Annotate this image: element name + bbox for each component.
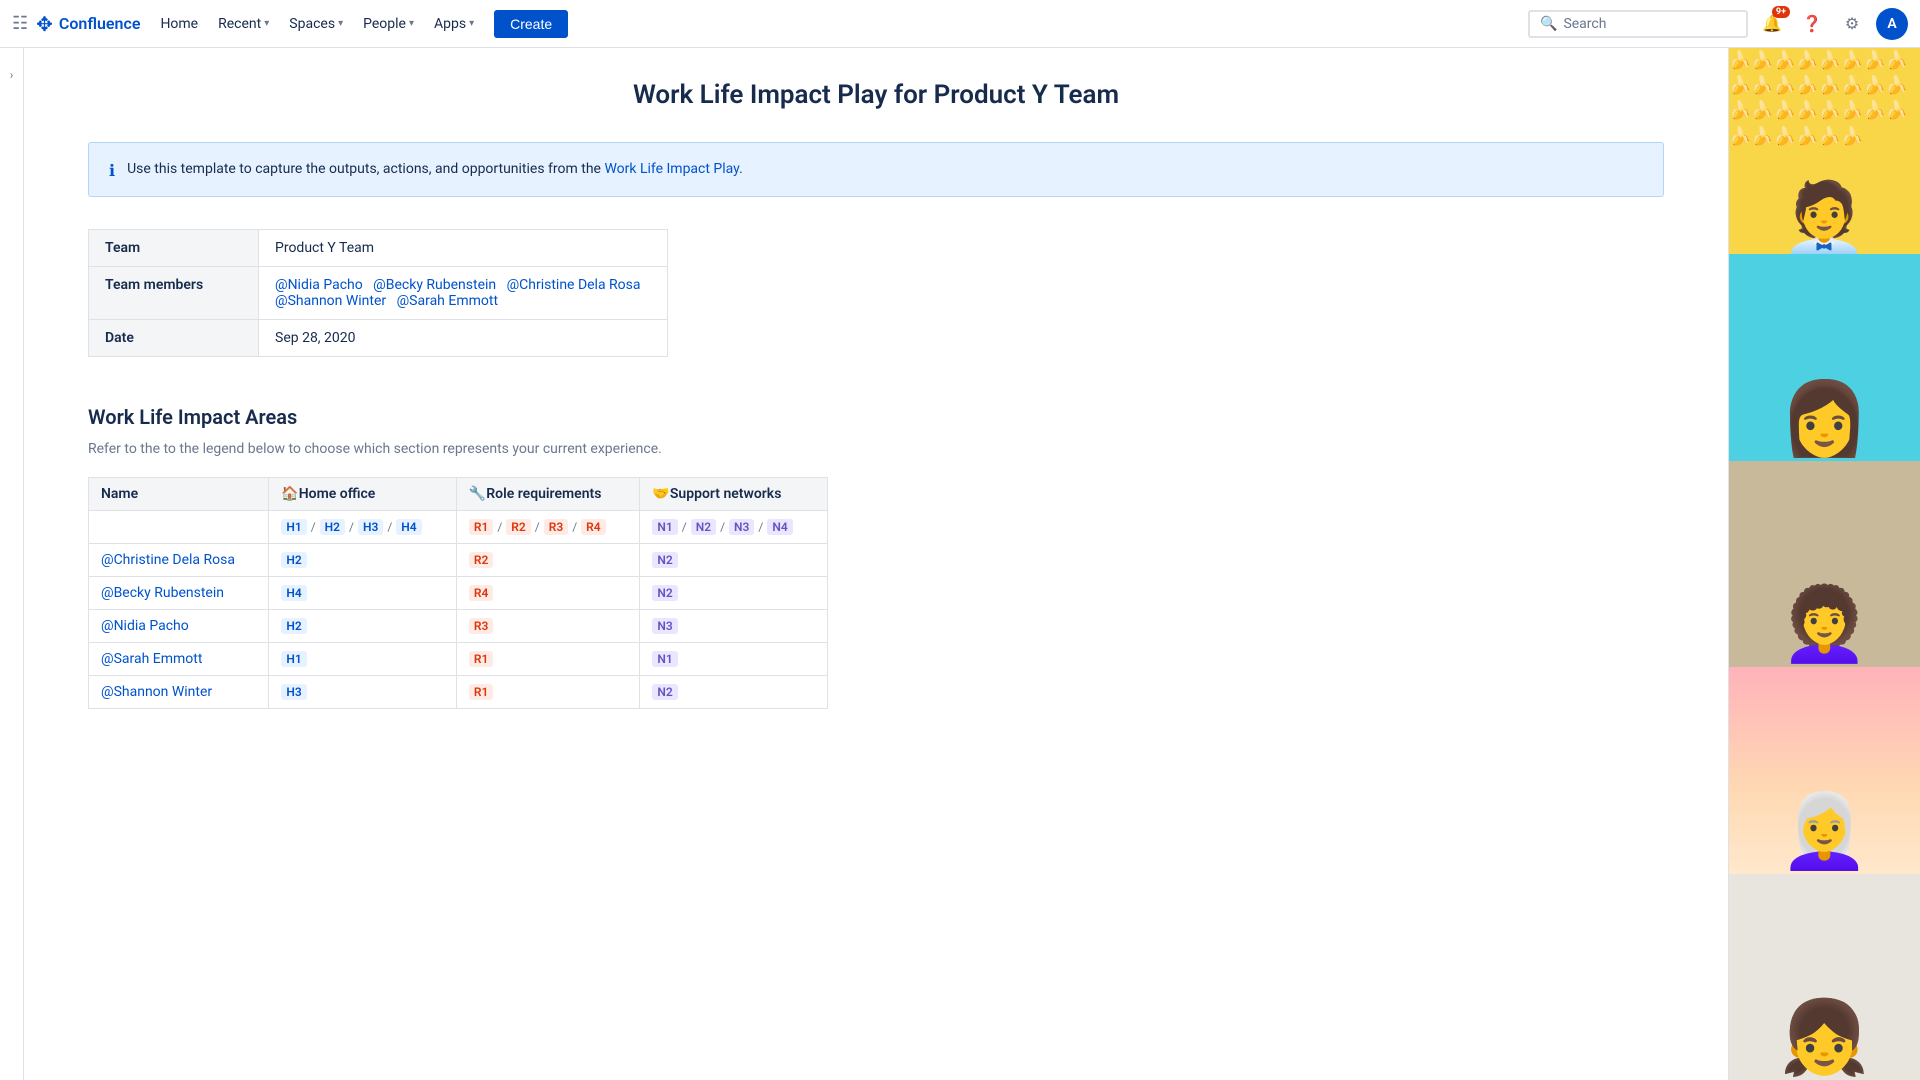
info-box-text: Use this template to capture the outputs… (127, 159, 743, 180)
nav-home[interactable]: Home (152, 12, 206, 36)
home-office-rating: H2 (269, 544, 457, 577)
content-area: Work Life Impact Play for Product Y Team… (24, 48, 1728, 1080)
table-row: @Becky Rubenstein H4R4N2 (89, 577, 828, 610)
members-value: @Nidia Pacho @Becky Rubenstein @Christin… (259, 267, 668, 320)
role-requirements-rating: R3 (456, 610, 640, 643)
video-tile-1: 🍌🍌🍌🍌🍌🍌🍌🍌🍌🍌🍌🍌🍌🍌🍌🍌🍌🍌🍌🍌🍌🍌🍌🍌🍌🍌🍌🍌🍌🍌 🧑‍💼 (1729, 48, 1920, 254)
table-header-row: Name 🏠Home office 🔧Role requirements 🤝Su… (89, 478, 828, 511)
video-tile-4: 👩‍🦳 (1729, 667, 1920, 873)
nav-people[interactable]: People ▾ (355, 12, 422, 36)
video-tile-5: 👧 (1729, 874, 1920, 1080)
rating-header-home: H1 / H2 / H3 / H4 (269, 511, 457, 544)
settings-button[interactable]: ⚙ (1836, 8, 1868, 40)
chevron-right-icon: › (10, 68, 14, 82)
person-name: @Becky Rubenstein (89, 577, 269, 610)
role-requirements-rating: R1 (456, 643, 640, 676)
rating-header-support: N1 / N2 / N3 / N4 (640, 511, 828, 544)
role-requirements-rating: R4 (456, 577, 640, 610)
search-icon: 🔍 (1540, 16, 1557, 32)
person-name: @Nidia Pacho (89, 610, 269, 643)
help-icon: ❓ (1802, 14, 1822, 33)
table-row: @Sarah Emmott H1R1N1 (89, 643, 828, 676)
info-icon: ℹ (109, 161, 115, 180)
home-office-rating: H1 (269, 643, 457, 676)
create-button[interactable]: Create (494, 10, 568, 38)
role-requirements-rating: R2 (456, 544, 640, 577)
top-navigation: ☷ ✥ Confluence Home Recent ▾ Spaces ▾ Pe… (0, 0, 1920, 48)
home-office-rating: H2 (269, 610, 457, 643)
chevron-down-icon: ▾ (469, 18, 474, 29)
person-link[interactable]: @Becky Rubenstein (101, 585, 224, 601)
confluence-logo[interactable]: ✥ Confluence (36, 12, 140, 36)
page-title: Work Life Impact Play for Product Y Team (88, 80, 1664, 110)
metadata-table: Team Product Y Team Team members @Nidia … (88, 229, 668, 357)
sidebar-toggle[interactable]: › (0, 48, 24, 1080)
confluence-logo-icon: ✥ (36, 12, 53, 36)
team-value: Product Y Team (259, 230, 668, 267)
support-networks-rating: N2 (640, 544, 828, 577)
user-avatar[interactable]: A (1876, 8, 1908, 40)
person-link[interactable]: @Nidia Pacho (101, 618, 189, 634)
search-box[interactable]: 🔍 Search (1528, 10, 1748, 38)
grid-icon[interactable]: ☷ (12, 13, 28, 34)
support-networks-rating: N1 (640, 643, 828, 676)
video-panel: 🍌🍌🍌🍌🍌🍌🍌🍌🍌🍌🍌🍌🍌🍌🍌🍌🍌🍌🍌🍌🍌🍌🍌🍌🍌🍌🍌🍌🍌🍌 🧑‍💼 👩 👩‍🦱… (1728, 48, 1920, 1080)
search-placeholder-text: Search (1563, 16, 1606, 32)
nav-apps[interactable]: Apps ▾ (426, 12, 482, 36)
members-label: Team members (89, 267, 259, 320)
chevron-down-icon: ▾ (338, 18, 343, 29)
home-office-rating: H4 (269, 577, 457, 610)
impact-areas-desc: Refer to the to the legend below to choo… (88, 441, 1664, 457)
video-tile-2: 👩 (1729, 254, 1920, 460)
main-layout: › Work Life Impact Play for Product Y Te… (0, 48, 1920, 1080)
info-box: ℹ Use this template to capture the outpu… (88, 142, 1664, 197)
col-header-name: Name (89, 478, 269, 511)
person-name: @Sarah Emmott (89, 643, 269, 676)
table-row: @Shannon Winter H3R1N2 (89, 676, 828, 709)
role-requirements-rating: R1 (456, 676, 640, 709)
work-life-impact-play-link[interactable]: Work Life Impact Play (604, 161, 739, 177)
help-button[interactable]: ❓ (1796, 8, 1828, 40)
support-networks-rating: N3 (640, 610, 828, 643)
notification-badge: 9+ (1772, 6, 1790, 18)
nav-recent[interactable]: Recent ▾ (210, 12, 277, 36)
rating-header-empty (89, 511, 269, 544)
col-header-role: 🔧Role requirements (456, 478, 640, 511)
confluence-logo-text: Confluence (59, 14, 141, 33)
table-row: @Christine Dela Rosa H2R2N2 (89, 544, 828, 577)
gear-icon: ⚙ (1845, 14, 1859, 33)
person-name: @Christine Dela Rosa (89, 544, 269, 577)
person-link[interactable]: @Sarah Emmott (101, 651, 202, 667)
person-link[interactable]: @Christine Dela Rosa (101, 552, 235, 568)
person-name: @Shannon Winter (89, 676, 269, 709)
notifications-button[interactable]: 🔔 9+ (1756, 8, 1788, 40)
table-rating-header-row: H1 / H2 / H3 / H4 R1 / R2 (89, 511, 828, 544)
date-label: Date (89, 320, 259, 357)
col-header-support: 🤝Support networks (640, 478, 828, 511)
nav-spaces[interactable]: Spaces ▾ (281, 12, 351, 36)
impact-table: Name 🏠Home office 🔧Role requirements 🤝Su… (88, 477, 828, 709)
chevron-down-icon: ▾ (409, 18, 414, 29)
team-label: Team (89, 230, 259, 267)
chevron-down-icon: ▾ (264, 18, 269, 29)
col-header-home: 🏠Home office (269, 478, 457, 511)
table-row: Date Sep 28, 2020 (89, 320, 668, 357)
support-networks-rating: N2 (640, 676, 828, 709)
table-row: Team Product Y Team (89, 230, 668, 267)
home-office-rating: H3 (269, 676, 457, 709)
video-tile-3: 👩‍🦱 (1729, 461, 1920, 667)
rating-header-role: R1 / R2 / R3 / R4 (456, 511, 640, 544)
date-value: Sep 28, 2020 (259, 320, 668, 357)
impact-areas-title: Work Life Impact Areas (88, 405, 1664, 429)
person-link[interactable]: @Shannon Winter (101, 684, 212, 700)
support-networks-rating: N2 (640, 577, 828, 610)
table-row: Team members @Nidia Pacho @Becky Rubenst… (89, 267, 668, 320)
table-row: @Nidia Pacho H2R3N3 (89, 610, 828, 643)
